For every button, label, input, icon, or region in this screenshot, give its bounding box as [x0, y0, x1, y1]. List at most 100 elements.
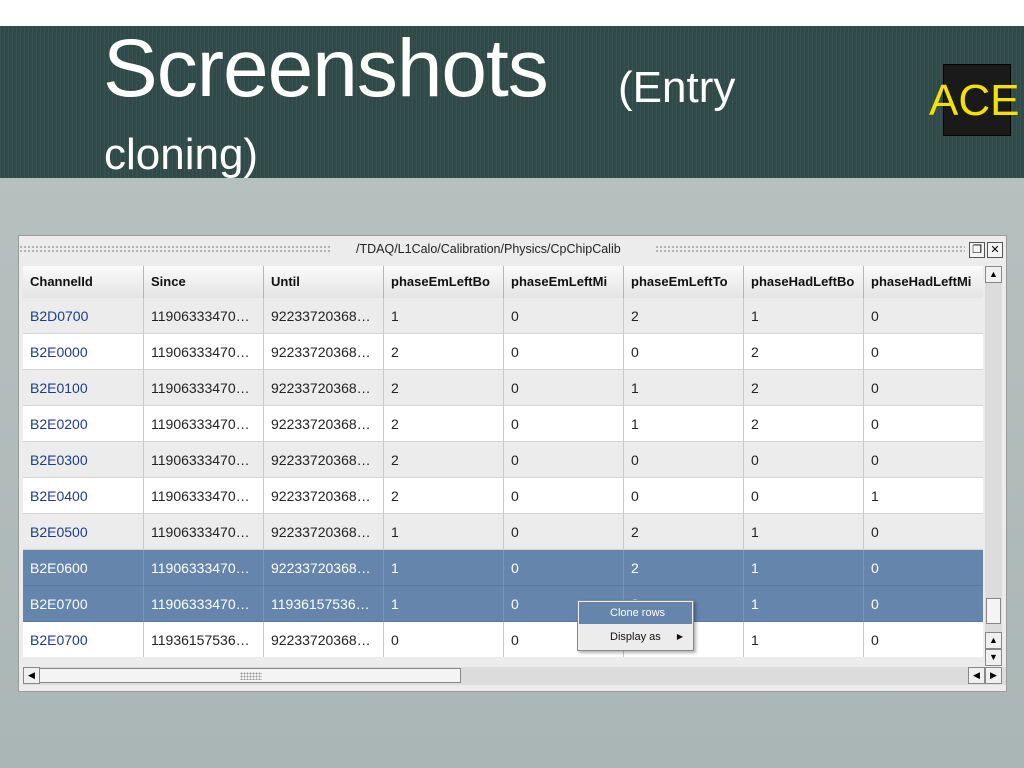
table-cell[interactable]: 0 — [624, 334, 744, 370]
scroll-up-icon[interactable]: ▲ — [985, 266, 1002, 283]
table-cell[interactable]: 0 — [504, 334, 624, 370]
table-cell[interactable]: 0 — [864, 370, 983, 406]
table-cell[interactable]: 0 — [864, 406, 983, 442]
table-cell[interactable]: 0 — [624, 478, 744, 514]
table-cell[interactable]: 92233720368… — [264, 550, 384, 586]
table-cell[interactable]: 0 — [864, 622, 983, 657]
table-cell[interactable]: 2 — [624, 298, 744, 334]
window-titlebar[interactable]: /TDAQ/L1Calo/Calibration/Physics/CpChipC… — [19, 236, 1006, 264]
channel-id-cell[interactable]: B2E0400 — [23, 478, 144, 514]
table-cell[interactable]: 92233720368… — [264, 334, 384, 370]
column-header[interactable]: Since — [144, 266, 264, 298]
table-cell[interactable]: 0 — [864, 586, 983, 622]
table-cell[interactable]: 2 — [744, 370, 864, 406]
table-cell[interactable]: 11906333470… — [144, 298, 264, 334]
channel-id-cell[interactable]: B2E0500 — [23, 514, 144, 550]
table-row[interactable]: B2E0600 11906333470… 92233720368… 1 0 2 1 0 — [23, 550, 983, 586]
table-cell[interactable]: 1 — [744, 514, 864, 550]
scroll-left-icon[interactable]: ◀ — [968, 667, 985, 684]
close-icon[interactable]: ✕ — [987, 242, 1003, 258]
column-header[interactable]: phaseEmLeftBo — [384, 266, 504, 298]
table-row[interactable]: B2E0000 11906333470… 92233720368… 2 0 0 2 0 — [23, 334, 983, 370]
table-row[interactable]: B2E0200 11906333470… 92233720368… 2 0 1 2 0 — [23, 406, 983, 442]
table-cell[interactable]: 2 — [744, 334, 864, 370]
table-row[interactable]: B2E0700 11936157536… 92233720368… 0 0 1 0 — [23, 622, 983, 657]
table-cell[interactable]: 92233720368… — [264, 622, 384, 657]
table-cell[interactable]: 11906333470… — [144, 550, 264, 586]
table-cell[interactable]: 2 — [384, 334, 504, 370]
table-cell[interactable]: 11906333470… — [144, 370, 264, 406]
table-cell[interactable]: 11906333470… — [144, 514, 264, 550]
table-cell[interactable]: 0 — [744, 478, 864, 514]
table-row[interactable]: B2E0400 11906333470… 92233720368… 2 0 0 0 1 — [23, 478, 983, 514]
table-cell[interactable]: 2 — [624, 514, 744, 550]
table-cell[interactable]: 1 — [384, 550, 504, 586]
table-cell[interactable]: 0 — [504, 514, 624, 550]
table-cell[interactable]: 0 — [744, 442, 864, 478]
table-cell[interactable]: 0 — [504, 478, 624, 514]
channel-id-cell[interactable]: B2E0700 — [23, 622, 144, 657]
menu-item-clone-rows[interactable]: Clone rows — [579, 602, 692, 624]
table-cell[interactable]: 2 — [384, 370, 504, 406]
table-cell[interactable]: 1 — [384, 586, 504, 622]
channel-id-cell[interactable]: B2E0600 — [23, 550, 144, 586]
channel-id-cell[interactable]: B2E0300 — [23, 442, 144, 478]
table-cell[interactable]: 1 — [624, 370, 744, 406]
table-cell[interactable]: 1 — [624, 406, 744, 442]
table-cell[interactable]: 92233720368… — [264, 406, 384, 442]
table-cell[interactable]: 11906333470… — [144, 334, 264, 370]
table-cell[interactable]: 2 — [384, 442, 504, 478]
table-row[interactable]: B2E0500 11906333470… 92233720368… 1 0 2 1 0 — [23, 514, 983, 550]
column-header[interactable]: ChannelId — [23, 266, 144, 298]
table-cell[interactable]: 0 — [864, 514, 983, 550]
scroll-up-icon[interactable]: ▲ — [985, 632, 1002, 649]
horizontal-scroll-thumb[interactable] — [39, 668, 461, 683]
table-cell[interactable]: 11906333470… — [144, 478, 264, 514]
table-row[interactable]: B2D0700 11906333470… 92233720368… 1 0 2 1 0 — [23, 298, 983, 334]
table-row[interactable]: B2E070011906333470…11936157536…10210 — [23, 586, 983, 622]
table-cell[interactable]: 92233720368… — [264, 370, 384, 406]
channel-id-cell[interactable]: B2D0700 — [23, 298, 144, 334]
table-cell[interactable]: 1 — [744, 586, 864, 622]
table-cell[interactable]: 1 — [384, 514, 504, 550]
column-header[interactable]: phaseEmLeftMi — [504, 266, 624, 298]
vertical-scrollbar[interactable]: ▲ ▲ ▼ — [985, 266, 1002, 666]
table-cell[interactable]: 2 — [744, 406, 864, 442]
scroll-right-icon[interactable]: ▶ — [985, 667, 1002, 684]
table-cell[interactable]: 0 — [624, 442, 744, 478]
column-header[interactable]: Until — [264, 266, 384, 298]
column-header[interactable]: phaseHadLeftMi — [864, 266, 983, 298]
channel-id-cell[interactable]: B2E0000 — [23, 334, 144, 370]
table-cell[interactable]: 92233720368… — [264, 298, 384, 334]
table-cell[interactable]: 1 — [744, 622, 864, 657]
table-cell[interactable]: 0 — [384, 622, 504, 657]
table-cell[interactable]: 0 — [504, 370, 624, 406]
table-cell[interactable]: 92233720368… — [264, 478, 384, 514]
vertical-scroll-thumb[interactable] — [986, 598, 1001, 624]
table-cell[interactable]: 0 — [864, 298, 983, 334]
table-cell[interactable]: 0 — [504, 550, 624, 586]
table-cell[interactable]: 92233720368… — [264, 514, 384, 550]
table-row[interactable]: B2E0100 11906333470… 92233720368… 2 0 1 2 0 — [23, 370, 983, 406]
table-cell[interactable]: 11936157536… — [264, 586, 384, 622]
restore-icon[interactable]: ❐ — [969, 242, 985, 258]
table-cell[interactable]: 92233720368… — [264, 442, 384, 478]
column-header[interactable]: phaseEmLeftTo — [624, 266, 744, 298]
table-cell[interactable]: 0 — [504, 406, 624, 442]
table-cell[interactable]: 2 — [624, 550, 744, 586]
scroll-down-icon[interactable]: ▼ — [985, 649, 1002, 666]
channel-id-cell[interactable]: B2E0200 — [23, 406, 144, 442]
table-cell[interactable]: 1 — [384, 298, 504, 334]
table-cell[interactable]: 11906333470… — [144, 586, 264, 622]
table-cell[interactable]: 1 — [864, 478, 983, 514]
channel-id-cell[interactable]: B2E0100 — [23, 370, 144, 406]
table-cell[interactable]: 2 — [384, 406, 504, 442]
table-cell[interactable]: 11906333470… — [144, 442, 264, 478]
table-cell[interactable]: 0 — [864, 334, 983, 370]
table-cell[interactable]: 1 — [744, 550, 864, 586]
channel-id-cell[interactable]: B2E0700 — [23, 586, 144, 622]
table-row[interactable]: B2E0300 11906333470… 92233720368… 2 0 0 0 0 — [23, 442, 983, 478]
table-cell[interactable]: 0 — [504, 298, 624, 334]
horizontal-scrollbar[interactable]: ◀ ◀ ▶ — [23, 667, 1006, 685]
table-cell[interactable]: 1 — [744, 298, 864, 334]
